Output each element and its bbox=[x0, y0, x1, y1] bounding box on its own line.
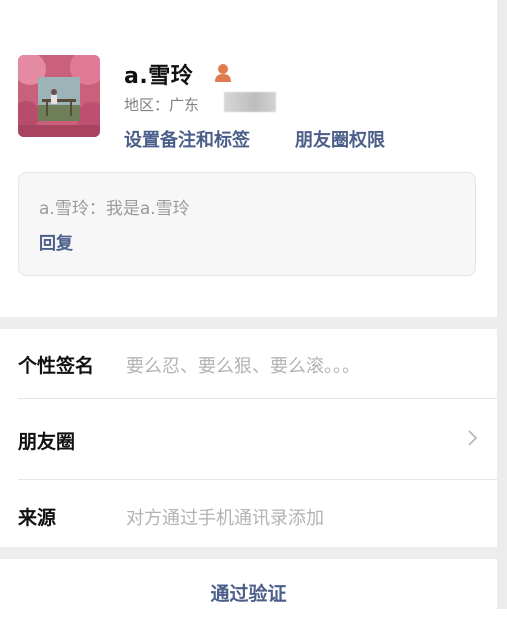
moments-row[interactable]: 朋友圈 bbox=[0, 399, 497, 467]
signature-row: 个性签名 要么忍、要么狠、要么滚。。。 bbox=[0, 329, 497, 397]
verify-button[interactable]: 通过验证 bbox=[0, 559, 497, 609]
section-divider bbox=[0, 547, 497, 559]
request-message-text: a.雪玲：我是a.雪玲 bbox=[39, 199, 190, 219]
profile-photo bbox=[18, 55, 100, 137]
moments-permission-link[interactable]: 朋友圈权限 bbox=[295, 126, 385, 152]
section-divider bbox=[0, 317, 497, 329]
scrollbar-track bbox=[497, 0, 507, 609]
contact-verification-page: a.雪玲 地区：广东 设置备注和标签 朋友圈权限 a.雪玲：我是a.雪玲 回复 … bbox=[0, 0, 497, 609]
request-message-box: a.雪玲：我是a.雪玲 回复 bbox=[18, 172, 476, 276]
region-label: 地区：广东 bbox=[124, 96, 200, 114]
source-value: 对方通过手机通讯录添加 bbox=[126, 508, 324, 529]
region-redacted bbox=[224, 92, 276, 112]
set-remark-link[interactable]: 设置备注和标签 bbox=[124, 126, 250, 152]
person-icon bbox=[215, 64, 231, 82]
chevron-right-icon bbox=[468, 430, 478, 446]
source-label: 来源 bbox=[18, 507, 57, 529]
contact-name: a.雪玲 bbox=[124, 64, 194, 89]
avatar[interactable] bbox=[18, 55, 100, 137]
source-row: 来源 对方通过手机通讯录添加 bbox=[0, 480, 497, 548]
signature-value: 要么忍、要么狠、要么滚。。。 bbox=[126, 356, 360, 377]
reply-link[interactable]: 回复 bbox=[39, 229, 73, 254]
signature-label: 个性签名 bbox=[18, 355, 95, 377]
moments-label: 朋友圈 bbox=[18, 431, 76, 453]
